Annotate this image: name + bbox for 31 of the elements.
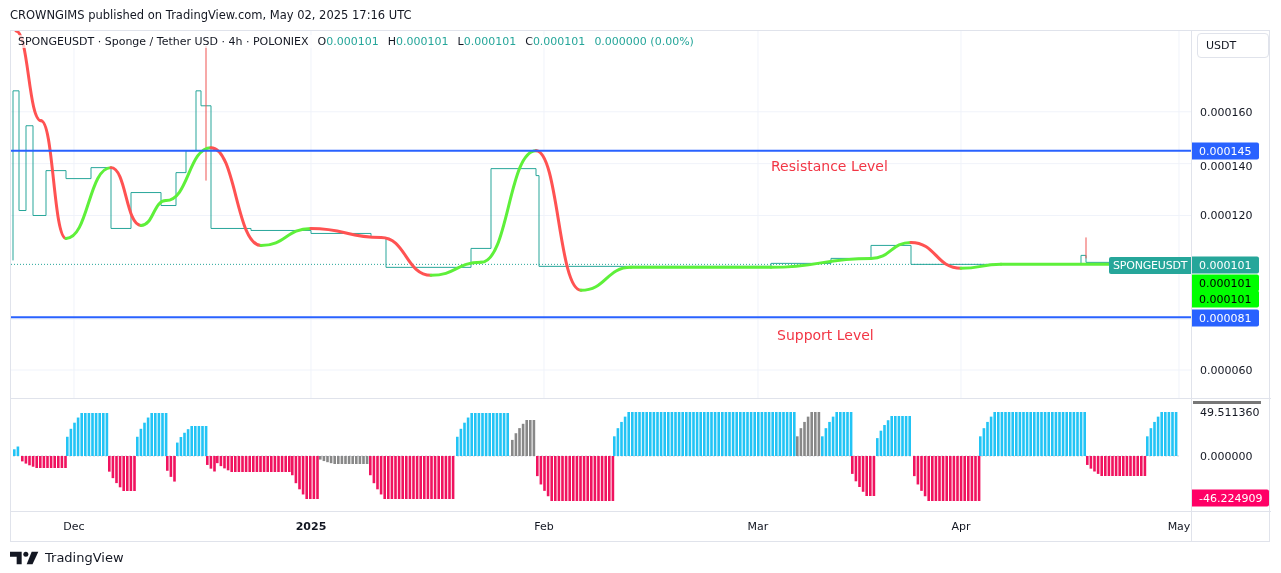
price-change: 0.000000 (0.00%) [594,35,694,48]
price-badge: 0.000101 [1192,290,1259,308]
ohlc-value: L0.000101 [457,35,517,48]
resistance-label: Resistance Level [771,158,888,174]
price-tick: 0.000120 [1200,208,1253,222]
price-badge: 0.000081 [1192,309,1259,327]
time-label: 2025 [295,520,327,533]
publisher-note: CROWNGIMS published on TradingView.com, May 02, 2025 17:16 UTC [9,7,413,24]
value-tick: 0.000000 [1200,449,1253,463]
time-label: May [1167,520,1191,533]
time-label: Feb [534,520,554,533]
brand-name: TradingView [45,549,124,565]
logo-icon [10,549,40,565]
ohlc-value: H0.000101 [387,35,449,48]
price-badge: 0.000145 [1192,142,1259,160]
ohlc-value: C0.000101 [525,35,586,48]
ohlc-value: O0.000101 [317,35,379,48]
price-tick: 0.000140 [1200,159,1253,173]
price-tick: 0.000060 [1200,363,1253,377]
symbol-price-tag: SPONGEUSDT [1109,257,1191,274]
support-label: Support Level [777,327,874,343]
price-badge: 0.000101 [1192,274,1259,292]
currency-button[interactable]: USDT [1197,33,1269,58]
symbol-title: SPONGEUSDT · Sponge / Tether USD · 4h · POLONIEX [18,35,309,48]
price-badge: 0.000101 [1192,256,1259,274]
price-tick: 0.000160 [1200,105,1253,119]
time-label: Mar [747,520,769,533]
value-tick: 49.511360 [1200,405,1260,419]
time-label: Dec [63,520,85,533]
time-label: Apr [951,520,971,533]
value-badge: -46.224909 [1192,489,1270,507]
